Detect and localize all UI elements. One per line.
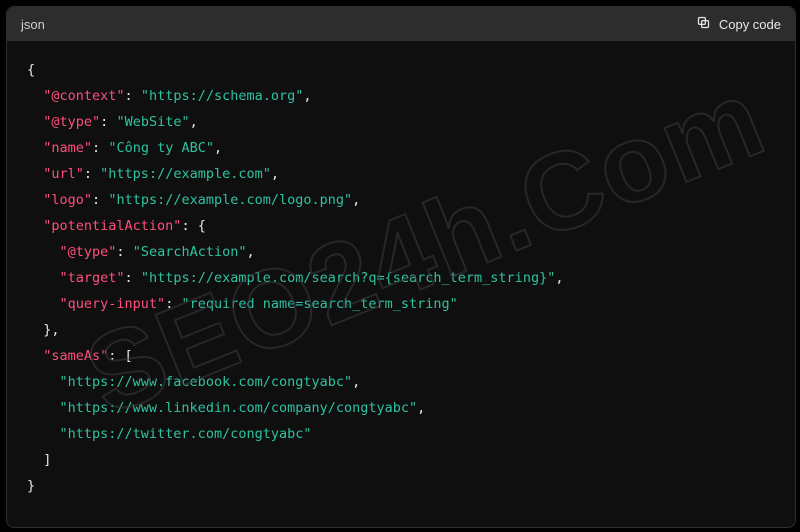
language-label: json (21, 17, 45, 32)
code-token: "https://example.com/logo.png" (108, 192, 352, 208)
copy-code-button[interactable]: Copy code (696, 15, 781, 33)
code-token: , (352, 374, 360, 390)
code-token: ] (27, 452, 51, 468)
code-token: : (92, 192, 108, 208)
code-token: : (84, 166, 100, 182)
code-block: json Copy code { "@context": "https://sc… (6, 6, 796, 528)
code-token (27, 244, 60, 260)
code-token: "name" (43, 140, 92, 156)
code-token: "potentialAction" (43, 218, 181, 234)
code-token (27, 218, 43, 234)
code-token: "https://schema.org" (141, 88, 304, 104)
code-token: "@type" (43, 114, 100, 130)
code-token (27, 166, 43, 182)
code-token (27, 296, 60, 312)
code-token: "@context" (43, 88, 124, 104)
code-token: "https://example.com" (100, 166, 271, 182)
code-token: "https://www.linkedin.com/company/congty… (60, 400, 418, 416)
code-token: "WebSite" (116, 114, 189, 130)
code-token (27, 400, 60, 416)
code-token (27, 192, 43, 208)
code-token: , (214, 140, 222, 156)
code-token: "SearchAction" (133, 244, 247, 260)
code-token: "required name=search_term_string" (181, 296, 457, 312)
code-token: "query-input" (60, 296, 166, 312)
code-token: "logo" (43, 192, 92, 208)
code-token (27, 114, 43, 130)
code-token: , (271, 166, 279, 182)
code-token: : (125, 88, 141, 104)
copy-code-label: Copy code (719, 17, 781, 32)
code-token: , (417, 400, 425, 416)
code-token (27, 140, 43, 156)
code-token: }, (27, 322, 60, 338)
code-token: , (303, 88, 311, 104)
code-token: "https://www.facebook.com/congtyabc" (60, 374, 353, 390)
code-token: : (92, 140, 108, 156)
code-token (27, 374, 60, 390)
code-token (27, 270, 60, 286)
code-token: : (165, 296, 181, 312)
code-token: : (100, 114, 116, 130)
copy-icon (696, 15, 711, 33)
code-token: "https://example.com/search?q={search_te… (141, 270, 556, 286)
code-token: "@type" (60, 244, 117, 260)
code-content: { "@context": "https://schema.org", "@ty… (7, 41, 795, 519)
code-token: "sameAs" (43, 348, 108, 364)
code-token: : [ (108, 348, 132, 364)
code-token: : (116, 244, 132, 260)
code-token: } (27, 478, 35, 494)
code-token: "target" (60, 270, 125, 286)
code-token: "https://twitter.com/congtyabc" (60, 426, 312, 442)
code-token: , (190, 114, 198, 130)
code-token (27, 348, 43, 364)
code-token: , (246, 244, 254, 260)
code-token: "Công ty ABC" (108, 140, 214, 156)
code-token: : { (181, 218, 205, 234)
code-header: json Copy code (7, 7, 795, 41)
code-token (27, 426, 60, 442)
code-token: { (27, 62, 35, 78)
code-token (27, 88, 43, 104)
code-token: , (352, 192, 360, 208)
code-token: "url" (43, 166, 84, 182)
code-token: , (555, 270, 563, 286)
code-token: : (125, 270, 141, 286)
